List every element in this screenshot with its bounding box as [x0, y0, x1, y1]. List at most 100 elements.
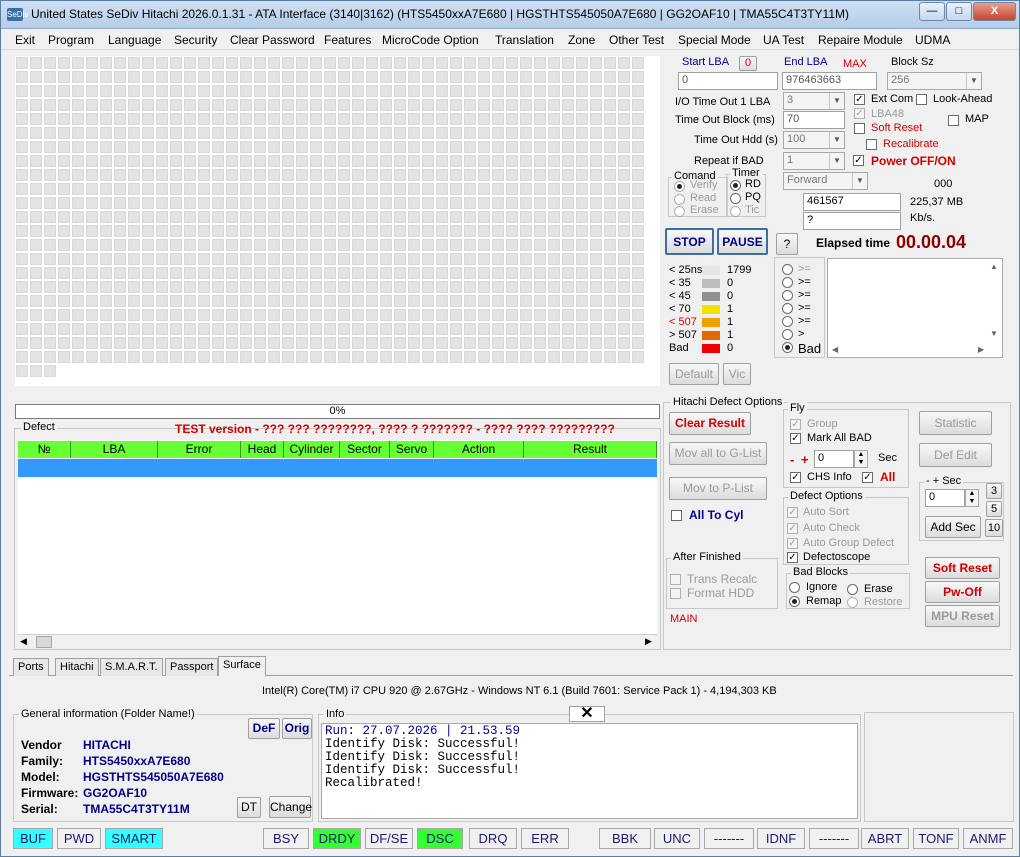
auto-sort-checkbox[interactable]: ✓ — [787, 507, 798, 518]
pause-button[interactable]: PAUSE — [717, 228, 768, 255]
filter-radio[interactable] — [782, 264, 793, 275]
col-error[interactable]: Error — [158, 441, 241, 458]
menu-program[interactable]: Program — [48, 33, 94, 47]
verify-radio[interactable] — [674, 181, 685, 192]
fly-sec-input[interactable]: 0 — [814, 450, 854, 468]
clear-result-button[interactable]: Clear Result — [669, 412, 751, 435]
menu-repaire-module[interactable]: Repaire Module — [818, 33, 903, 47]
tab-hitachi[interactable]: Hitachi — [55, 658, 99, 676]
group-checkbox[interactable]: ✓ — [790, 419, 801, 430]
def-button[interactable]: DeF — [248, 718, 280, 739]
look-ahead-checkbox[interactable] — [916, 94, 927, 105]
erase-bb-radio[interactable] — [847, 584, 858, 595]
read-radio[interactable] — [674, 194, 685, 205]
horizontal-scrollbar[interactable]: ◀ ▶ — [18, 634, 657, 649]
filter-radio-bad[interactable] — [782, 342, 793, 353]
repeat-bad-select[interactable]: 1 ▼ — [783, 152, 845, 170]
mark-bad-checkbox[interactable]: ✓ — [790, 433, 801, 444]
menu-features[interactable]: Features — [324, 33, 371, 47]
vic-button[interactable]: Vic — [723, 363, 751, 385]
start-lba-input[interactable]: 0 — [678, 72, 778, 90]
direction-select[interactable]: Forward ▼ — [783, 172, 868, 190]
auto-group-defect-checkbox[interactable]: ✓ — [787, 538, 798, 549]
menu-security[interactable]: Security — [174, 33, 217, 47]
lba48-checkbox[interactable]: ✓ — [854, 108, 865, 119]
menu-exit[interactable]: Exit — [15, 33, 35, 47]
col-cylinder[interactable]: Cylinder — [284, 441, 340, 458]
close-icon[interactable]: ✕ — [569, 706, 605, 722]
filter-radio[interactable] — [782, 303, 793, 314]
table-row-selected[interactable] — [18, 459, 657, 477]
auto-check-checkbox[interactable]: ✓ — [787, 523, 798, 534]
fly-spinner[interactable]: ▲ ▼ — [854, 450, 868, 468]
scroll-down-icon[interactable]: ▼ — [990, 329, 998, 338]
all-to-cyl-checkbox[interactable] — [671, 510, 682, 521]
remap-radio[interactable] — [789, 596, 800, 607]
tab-passport[interactable]: Passport — [165, 658, 219, 676]
col-sector[interactable]: Sector — [340, 441, 390, 458]
menu-language[interactable]: Language — [108, 33, 161, 47]
ignore-radio[interactable] — [789, 582, 800, 593]
menu-microcode[interactable]: MicroCode Option — [382, 33, 479, 47]
filter-radio[interactable] — [782, 277, 793, 288]
scroll-thumb[interactable] — [36, 636, 52, 648]
defectoscope-checkbox[interactable]: ✓ — [787, 552, 798, 563]
mov-g-list-button[interactable]: Mov all to G-List — [669, 442, 767, 465]
default-button[interactable]: Default — [669, 363, 719, 385]
block-size-select[interactable]: 256 ▼ — [887, 72, 982, 90]
ext-com-checkbox[interactable]: ✓ — [854, 94, 865, 105]
orig-button[interactable]: Orig — [282, 718, 312, 739]
restore-radio[interactable] — [847, 597, 858, 608]
scroll-left-icon[interactable]: ◀ — [20, 636, 27, 647]
col-number[interactable]: № — [18, 441, 71, 458]
trans-recalc-checkbox[interactable] — [670, 574, 681, 585]
dt-button[interactable]: DT — [237, 797, 261, 818]
scroll-up-icon[interactable]: ▲ — [990, 262, 998, 271]
rd-radio[interactable] — [730, 180, 741, 191]
scroll-right-icon[interactable]: ▶ — [645, 636, 652, 647]
end-lba-max-button[interactable]: MAX — [843, 58, 867, 70]
scroll-right-icon[interactable]: ▶ — [978, 345, 984, 354]
filter-radio[interactable] — [782, 316, 793, 327]
recalibrate-checkbox[interactable] — [866, 139, 877, 150]
tab-ports[interactable]: Ports — [13, 658, 49, 676]
chs-info-checkbox[interactable]: ✓ — [790, 472, 801, 483]
maximize-button[interactable]: □ — [946, 2, 972, 21]
col-action[interactable]: Action — [434, 441, 524, 458]
menu-zone[interactable]: Zone — [568, 33, 595, 47]
filter-radio[interactable] — [782, 290, 793, 301]
pw-off-button[interactable]: Pw-Off — [925, 581, 1000, 603]
power-checkbox[interactable]: ✓ — [853, 155, 864, 166]
add-5-button[interactable]: 5 — [986, 501, 1002, 517]
menu-special-mode[interactable]: Special Mode — [678, 33, 751, 47]
all-checkbox[interactable]: ✓ — [862, 472, 873, 483]
add-sec-input[interactable]: 0 — [925, 489, 965, 507]
timeout-hdd-select[interactable]: 100 ▼ — [783, 131, 845, 149]
tab-smart[interactable]: S.M.A.R.T. — [100, 658, 163, 676]
menu-clear-password[interactable]: Clear Password — [230, 33, 315, 47]
add-sec-button[interactable]: Add Sec — [925, 516, 981, 538]
col-result[interactable]: Result — [524, 441, 657, 458]
filter-radio[interactable] — [782, 329, 793, 340]
menu-translation[interactable]: Translation — [495, 33, 554, 47]
timeout-block-input[interactable]: 70 — [783, 111, 845, 129]
add-10-button[interactable]: 10 — [985, 519, 1003, 537]
change-button[interactable]: Change — [269, 796, 312, 818]
map-checkbox[interactable] — [948, 115, 959, 126]
minimize-button[interactable]: — — [919, 2, 945, 21]
menu-other-test[interactable]: Other Test — [609, 33, 664, 47]
add-3-button[interactable]: 3 — [986, 483, 1002, 499]
help-button[interactable]: ? — [776, 233, 798, 255]
tic-radio[interactable] — [730, 206, 741, 217]
col-head[interactable]: Head — [241, 441, 284, 458]
menu-udma[interactable]: UDMA — [915, 33, 950, 47]
col-servo[interactable]: Servo — [390, 441, 434, 458]
mov-p-list-button[interactable]: Mov to P-List — [669, 477, 767, 500]
start-lba-reset-button[interactable]: 0 — [739, 56, 757, 71]
close-button[interactable]: X — [973, 2, 1016, 21]
scroll-left-icon[interactable]: ◀ — [832, 345, 838, 354]
mpu-reset-button[interactable]: MPU Reset — [925, 605, 1000, 627]
statistic-button[interactable]: Statistic — [919, 411, 992, 435]
add-sec-spinner[interactable]: ▲ ▼ — [965, 489, 979, 507]
bad-list-box[interactable]: ▲ ▼ ◀ ▶ — [827, 258, 1003, 358]
